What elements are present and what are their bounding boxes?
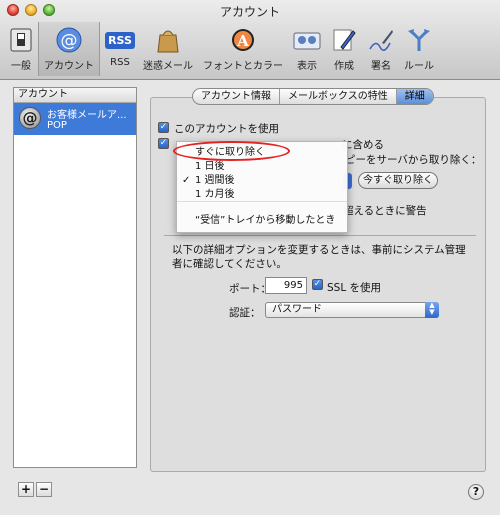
viewing-icon	[292, 25, 322, 55]
include-checkbox[interactable]: ✓	[158, 138, 169, 149]
toolbar-accounts[interactable]: @ アカウント	[38, 22, 100, 76]
auth-select[interactable]: パスワード ▲ ▼	[265, 302, 439, 318]
rss-badge: RSS	[105, 31, 135, 49]
remove-copy-label: ピーをサーバから取り除く：	[345, 154, 482, 166]
include-label: に含める	[342, 139, 384, 151]
account-list-header: アカウント	[14, 88, 136, 103]
highlight-ellipse	[173, 141, 290, 161]
size-warning-label: 超えるときに警告	[343, 205, 427, 217]
account-list[interactable]: アカウント @ お客様メールア... POP	[13, 87, 137, 468]
use-account-checkbox[interactable]: ✓	[158, 122, 169, 133]
signature-pen-icon	[366, 25, 396, 55]
account-name: お客様メールア...	[47, 110, 127, 121]
svg-text:A: A	[236, 32, 249, 50]
remove-account-button[interactable]: −	[36, 482, 52, 497]
tab-mailbox-behaviors[interactable]: メールボックスの特性	[280, 89, 397, 104]
toolbar-viewing[interactable]: 表示	[290, 22, 324, 76]
menu-item-after-one-month[interactable]: 1 カ月後	[177, 188, 347, 201]
toolbar-signatures[interactable]: 署名	[364, 22, 398, 76]
toolbar-general[interactable]: 一般	[5, 22, 37, 76]
menu-item-after-one-day[interactable]: 1 日後	[177, 160, 347, 173]
title-bar: アカウント 一般 @ アカウント RSS RSS 迷惑メール A フォントとカラ…	[0, 0, 500, 80]
help-button[interactable]: ?	[468, 484, 484, 500]
menu-separator	[177, 201, 347, 202]
rules-arrows-icon	[404, 25, 434, 55]
auth-select-value: パスワード	[272, 304, 322, 315]
svg-text:@: @	[61, 31, 78, 51]
menu-item-when-moved-from-inbox[interactable]: “受信”トレイから移動したとき	[177, 214, 347, 227]
toolbar-fonts-colors[interactable]: A フォントとカラー	[199, 22, 287, 76]
toolbar-rules[interactable]: ルール	[401, 22, 437, 76]
window-title: アカウント	[219, 5, 280, 19]
remove-now-button[interactable]: 今すぐ取り除く	[358, 172, 438, 189]
updown-arrows-icon: ▲ ▼	[425, 302, 439, 318]
ssl-checkbox[interactable]: ✓	[312, 279, 323, 290]
toolbar-composing[interactable]: 作成	[327, 22, 361, 76]
at-icon: @	[19, 107, 41, 129]
use-account-label: このアカウントを使用	[174, 123, 279, 135]
rss-icon: RSS	[105, 25, 135, 55]
at-icon: @	[54, 25, 84, 55]
toolbar-rss[interactable]: RSS RSS	[103, 22, 137, 76]
compose-pencil-icon	[329, 25, 359, 55]
tab-advanced[interactable]: 詳細	[396, 89, 433, 104]
admin-note: 以下の詳細オプションを変更するときは、事前にシステム管理者に確認してください。	[172, 244, 466, 270]
auth-label: 認証：	[229, 307, 261, 319]
account-type: POP	[47, 120, 67, 131]
port-field[interactable]: 995	[265, 277, 307, 294]
separator	[164, 235, 476, 236]
tab-account-info[interactable]: アカウント情報	[193, 89, 280, 104]
font-color-icon: A	[228, 25, 258, 55]
menu-item-after-one-week[interactable]: ✓ 1 週間後	[177, 174, 347, 187]
toolbar-junk-mail[interactable]: 迷惑メール	[140, 22, 196, 76]
account-row[interactable]: @ お客様メールア... POP	[14, 103, 136, 135]
junk-mail-bag-icon	[153, 25, 183, 55]
ssl-label: SSL を使用	[327, 282, 382, 294]
checkmark-icon: ✓	[182, 175, 191, 186]
switch-icon	[6, 25, 36, 55]
add-account-button[interactable]: +	[18, 482, 34, 497]
tab-bar: アカウント情報 メールボックスの特性 詳細	[192, 88, 434, 105]
